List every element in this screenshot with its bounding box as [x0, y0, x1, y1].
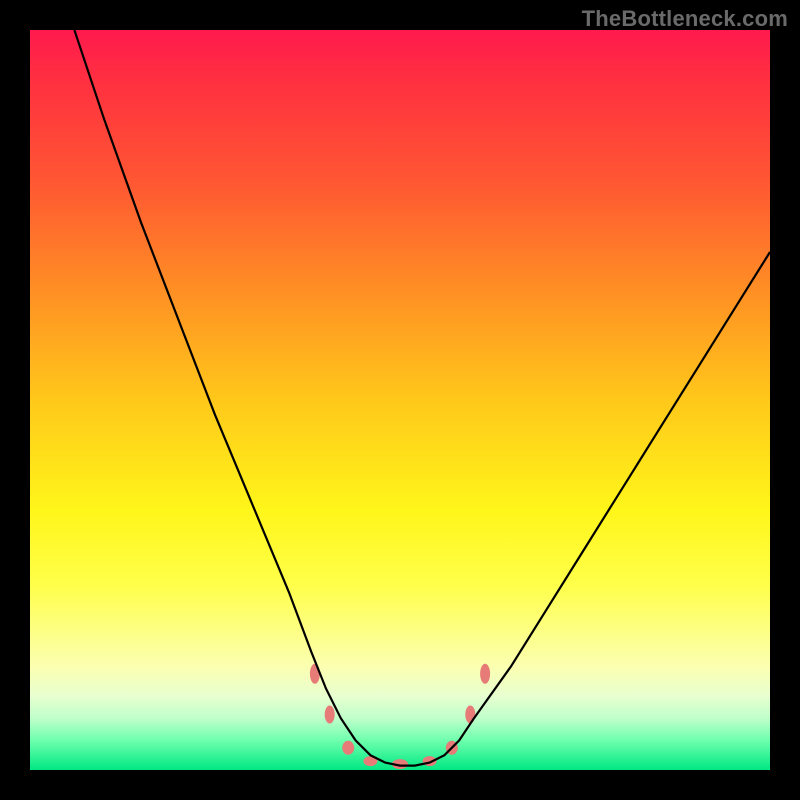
markers-group [310, 664, 490, 769]
chart-frame: TheBottleneck.com [0, 0, 800, 800]
bottleneck-curve [74, 30, 770, 766]
chart-svg [30, 30, 770, 770]
marker-dot [325, 706, 335, 724]
plot-area [30, 30, 770, 770]
marker-dot [342, 741, 354, 755]
marker-dot [465, 706, 475, 724]
watermark-text: TheBottleneck.com [582, 6, 788, 32]
marker-dot [480, 664, 490, 684]
